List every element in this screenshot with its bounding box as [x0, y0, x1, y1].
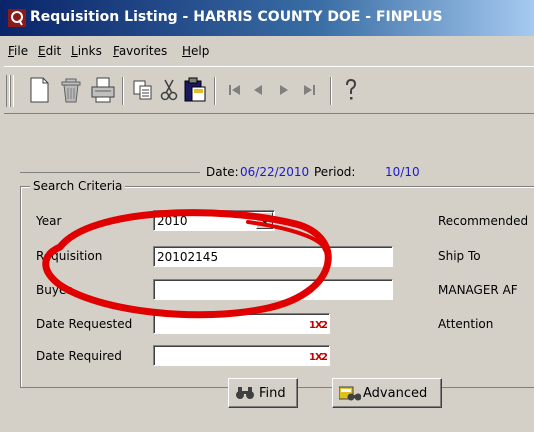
- year-select[interactable]: 2010: [153, 210, 275, 231]
- last-record-icon: [304, 85, 315, 95]
- ship-to-label: Ship To: [438, 249, 481, 263]
- calendar-icon[interactable]: 1 X 2: [309, 348, 327, 363]
- date-required-input[interactable]: 1 X 2: [153, 345, 330, 366]
- period-label: Period:: [314, 165, 356, 179]
- advanced-button-label: Advanced: [363, 386, 428, 401]
- date-label: Date:: [206, 165, 239, 179]
- binoculars-icon: [236, 387, 254, 399]
- new-button[interactable]: [24, 75, 54, 105]
- toolbar: [4, 66, 534, 114]
- year-value: 2010: [157, 214, 188, 228]
- requisition-input[interactable]: 20102145: [153, 246, 393, 267]
- date-value: 06/22/2010: [240, 165, 310, 179]
- print-icon: [91, 77, 115, 103]
- delete-button[interactable]: [56, 75, 86, 105]
- calendar-icon[interactable]: 1 X 2: [309, 316, 327, 331]
- attention-label: Attention: [438, 317, 494, 331]
- ship-to-value: MANAGER AF: [438, 283, 518, 297]
- help-icon: [346, 78, 357, 100]
- toolbar-grip-2[interactable]: [10, 75, 14, 107]
- menu-bar: File Edit Links Favorites Help: [0, 36, 534, 66]
- search-criteria-title: Search Criteria: [30, 179, 126, 193]
- chevron-down-icon[interactable]: [256, 212, 273, 229]
- period-value: 10/10: [385, 165, 420, 179]
- paste-button[interactable]: [180, 75, 210, 105]
- last-record-button[interactable]: [294, 75, 324, 105]
- find-button[interactable]: Find: [228, 378, 298, 408]
- date-requested-input[interactable]: 1 X 2: [153, 313, 330, 334]
- title-bar[interactable]: Requisition Listing - HARRIS COUNTY DOE …: [0, 0, 534, 36]
- menu-file[interactable]: File: [8, 44, 28, 58]
- recommended-label: Recommended: [438, 214, 529, 228]
- date-required-label: Date Required: [36, 349, 122, 363]
- print-button[interactable]: [88, 75, 118, 105]
- help-button[interactable]: [336, 75, 366, 105]
- delete-icon: [61, 78, 81, 103]
- svg-text:2: 2: [321, 352, 327, 363]
- app-icon: [8, 9, 26, 27]
- menu-help[interactable]: Help: [182, 44, 209, 58]
- advanced-button[interactable]: Advanced: [332, 378, 442, 408]
- requisition-label: Requisition: [36, 249, 103, 263]
- new-icon: [30, 77, 49, 103]
- svg-text:2: 2: [321, 320, 327, 331]
- buyer-label: Buyer: [36, 283, 72, 297]
- year-label: Year: [36, 214, 62, 228]
- menu-edit[interactable]: Edit: [38, 44, 61, 58]
- window-title: Requisition Listing - HARRIS COUNTY DOE …: [30, 9, 443, 25]
- menu-links[interactable]: Links: [71, 44, 102, 58]
- find-button-label: Find: [259, 386, 286, 401]
- menu-favorites[interactable]: Favorites: [113, 44, 167, 58]
- date-separator-line: [20, 172, 200, 173]
- requisition-value: 20102145: [157, 250, 219, 264]
- buyer-input[interactable]: [153, 279, 393, 300]
- advanced-search-icon: [339, 386, 361, 401]
- paste-icon: [184, 77, 206, 102]
- date-requested-label: Date Requested: [36, 317, 133, 331]
